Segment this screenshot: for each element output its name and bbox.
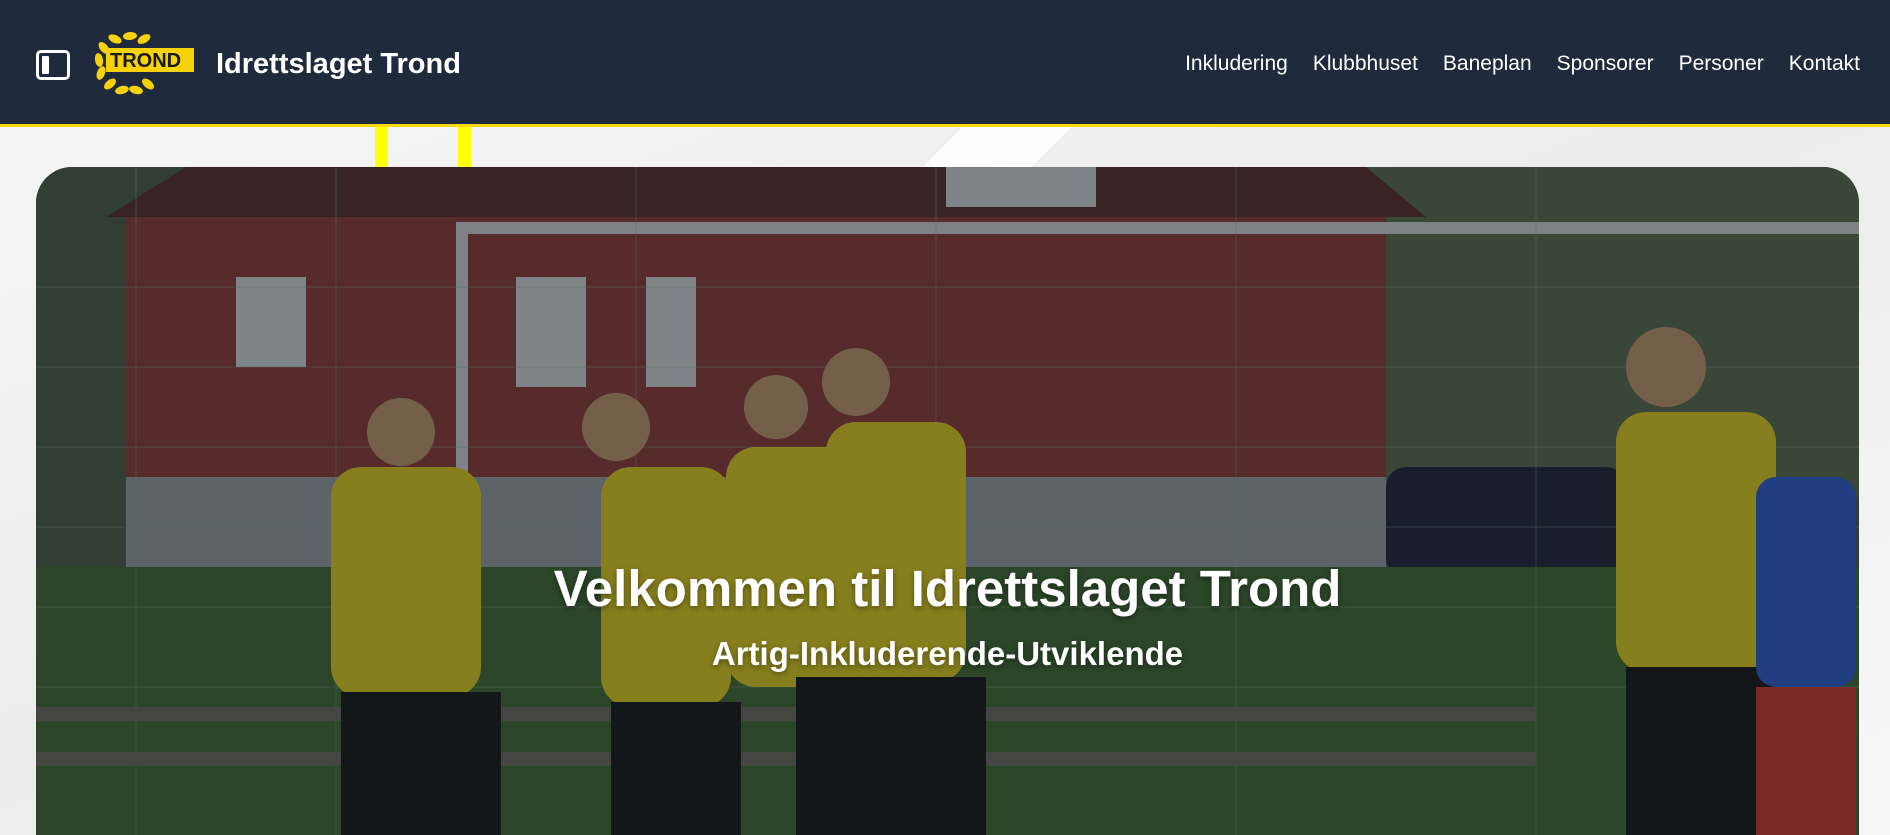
club-logo[interactable]: TROND — [90, 30, 196, 96]
site-title[interactable]: Idrettslaget Trond — [216, 48, 461, 81]
sidebar-toggle-icon[interactable] — [36, 50, 70, 80]
nav-item-kontakt[interactable]: Kontakt — [1789, 52, 1860, 76]
decorative-stripe — [375, 127, 388, 167]
hero-overlay — [36, 167, 1859, 835]
decorative-stripe — [458, 127, 471, 167]
hero-banner: Velkommen til Idrettslaget Trond Artig-I… — [36, 167, 1859, 835]
nav-item-baneplan[interactable]: Baneplan — [1443, 52, 1532, 76]
nav-item-inkludering[interactable]: Inkludering — [1185, 52, 1288, 76]
hero-subtitle: Artig-Inkluderende-Utviklende — [711, 635, 1184, 672]
nav-item-personer[interactable]: Personer — [1679, 52, 1764, 76]
hero-title: Velkommen til Idrettslaget Trond — [553, 560, 1342, 617]
main-nav: Inkludering Klubbhuset Baneplan Sponsore… — [1185, 52, 1860, 76]
site-header: TROND Idrettslaget Trond Inkludering Klu… — [0, 0, 1890, 127]
nav-item-sponsorer[interactable]: Sponsorer — [1557, 52, 1654, 76]
nav-item-klubbhuset[interactable]: Klubbhuset — [1313, 52, 1418, 76]
logo-text: TROND — [110, 50, 181, 72]
